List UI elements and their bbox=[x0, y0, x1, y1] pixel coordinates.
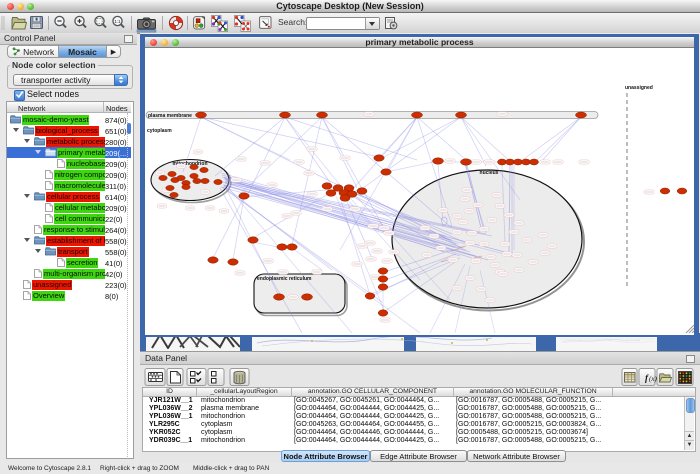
svg-text:plasma membrane: plasma membrane bbox=[148, 113, 192, 119]
svg-text:1:1: 1:1 bbox=[114, 19, 121, 24]
svg-text:endoplasmic reticulum: endoplasmic reticulum bbox=[257, 276, 312, 282]
svg-text:(x): (x) bbox=[649, 375, 657, 383]
svg-text:unassigned: unassigned bbox=[625, 85, 653, 91]
svg-text:nucleus: nucleus bbox=[480, 170, 499, 176]
svg-text:cytoplasm: cytoplasm bbox=[147, 128, 172, 134]
